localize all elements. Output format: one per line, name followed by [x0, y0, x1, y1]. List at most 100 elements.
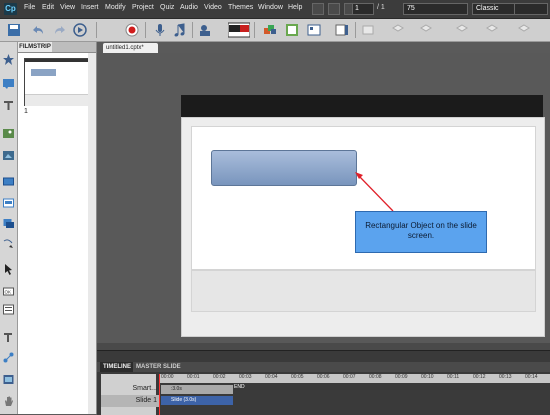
menu-audio[interactable]: Audio	[180, 4, 198, 11]
timeline-end-marker: END	[234, 384, 245, 390]
media-icon[interactable]	[3, 374, 14, 385]
timeline-tabbar: TIMELINE MASTER SLIDE	[97, 362, 550, 372]
playhead[interactable]	[159, 374, 160, 415]
menu-themes[interactable]: Themes	[228, 4, 253, 11]
zoom-select[interactable]: 75	[403, 3, 468, 15]
thumbnail-header-bar	[25, 59, 91, 62]
menu-window[interactable]: Window	[258, 4, 283, 11]
menu-project[interactable]: Project	[132, 4, 154, 11]
ruler-tick: 00:10	[421, 374, 434, 380]
text-caption-icon[interactable]	[3, 78, 14, 89]
distribute-icon	[484, 22, 500, 38]
redo-icon[interactable]	[52, 22, 68, 38]
ruler-tick: 00:12	[473, 374, 486, 380]
animation-icon[interactable]	[3, 150, 14, 161]
app-logo: Cp	[4, 3, 17, 15]
timeline-panel: TIMELINE MASTER SLIDE Smart... Slide 1 0…	[97, 350, 550, 415]
click-box-icon[interactable]	[3, 218, 14, 229]
highlight-box-icon[interactable]	[3, 198, 14, 209]
toolbar-divider	[145, 22, 146, 38]
ruler-tick: 00:03	[239, 374, 252, 380]
button-icon[interactable]	[3, 238, 14, 249]
document-tabstrip: untitled1.cptx*	[97, 42, 550, 53]
layer-slide[interactable]: Slide 1	[101, 395, 163, 407]
menu-file[interactable]: File	[24, 4, 35, 11]
rectangle-box-icon[interactable]	[3, 176, 14, 187]
layer-smartshape[interactable]: Smart...	[101, 383, 163, 395]
toolbar-divider	[192, 22, 193, 38]
slide-number: 1	[24, 108, 28, 115]
menu-video[interactable]: Video	[204, 4, 222, 11]
ruler-tick: 00:05	[291, 374, 304, 380]
zoom-area-icon[interactable]: OK	[3, 286, 14, 297]
window-mode-icon[interactable]	[312, 3, 324, 15]
ruler-tick: 00:11	[447, 374, 460, 380]
filmstrip-tabbar: FILMSTRIP	[18, 42, 96, 53]
svg-text:OK: OK	[5, 290, 12, 295]
filmstrip-scrollbar[interactable]	[88, 53, 96, 414]
rectangle-object[interactable]	[211, 150, 357, 186]
current-slide-field[interactable]: 1	[352, 3, 374, 15]
resize-icon	[454, 22, 470, 38]
record-icon[interactable]	[124, 22, 140, 38]
mouse-pointer-icon[interactable]	[3, 264, 14, 275]
timeline-layer-names: Smart... Slide 1	[101, 374, 163, 415]
ruler-tick: 00:02	[213, 374, 226, 380]
menu-quiz[interactable]: Quiz	[160, 4, 174, 11]
stage-scrollbar[interactable]	[97, 343, 550, 350]
menu-insert[interactable]: Insert	[81, 4, 99, 11]
align-right-icon	[418, 22, 434, 38]
microphone-icon[interactable]	[152, 22, 168, 38]
star-icon[interactable]	[3, 54, 14, 65]
toolbar-divider	[96, 22, 97, 38]
audio-icon[interactable]	[172, 22, 188, 38]
ruler-tick: 00:14	[525, 374, 538, 380]
menu-view[interactable]: View	[60, 4, 75, 11]
shape-icon[interactable]	[3, 352, 14, 363]
hand-icon[interactable]	[3, 396, 14, 407]
text-animation-icon[interactable]	[3, 304, 14, 315]
ruler-tick: 00:09	[395, 374, 408, 380]
save-icon[interactable]	[6, 22, 22, 38]
rollover-caption-icon[interactable]	[3, 332, 14, 343]
tab-filmstrip[interactable]: FILMSTRIP	[18, 42, 52, 52]
smartshape-duration-bar[interactable]: :3.0s	[161, 385, 233, 394]
tab-timeline[interactable]: TIMELINE	[100, 362, 134, 372]
ruler-tick: 00:00	[161, 374, 174, 380]
slide-duration-bar[interactable]: Slide (3.0s)	[161, 396, 233, 405]
group-icon	[516, 22, 532, 38]
ruler-tick: 00:08	[369, 374, 382, 380]
video-icon[interactable]	[198, 22, 214, 38]
menu-edit[interactable]: Edit	[42, 4, 54, 11]
search-input[interactable]	[514, 3, 548, 15]
ruler-tick: 00:06	[317, 374, 330, 380]
slide-effect-icon[interactable]	[262, 22, 278, 38]
slide-total: / 1	[377, 4, 385, 11]
widget-icon[interactable]	[284, 22, 300, 38]
menu-help[interactable]: Help	[288, 4, 302, 11]
workspace-select[interactable]: Classic	[472, 3, 515, 15]
youtube-icon[interactable]	[227, 22, 251, 38]
align-center-icon	[390, 22, 406, 38]
toolbar-divider	[254, 22, 255, 38]
slide-footer-area	[191, 270, 536, 312]
slide-header-bar	[181, 95, 543, 117]
menu-modify[interactable]: Modify	[105, 4, 126, 11]
ruler-tick: 00:04	[265, 374, 278, 380]
callout-box[interactable]: Rectangular Object on the slide screen.	[355, 211, 487, 253]
object-tools-panel: OK	[0, 42, 18, 414]
previous-slide-icon[interactable]	[327, 3, 340, 15]
slide-thumbnail[interactable]	[24, 58, 92, 106]
interaction-icon[interactable]	[306, 22, 322, 38]
undo-icon[interactable]	[30, 22, 46, 38]
preview-icon[interactable]	[72, 22, 88, 38]
timeline-tracks: :3.0s Slide (3.0s) END	[159, 383, 550, 415]
properties-icon[interactable]	[334, 22, 350, 38]
text-entry-icon[interactable]	[3, 100, 14, 111]
toolbar-divider	[355, 22, 356, 38]
tab-master-slide[interactable]: MASTER SLIDE	[133, 362, 184, 372]
tab-document[interactable]: untitled1.cptx*	[103, 43, 158, 53]
image-icon[interactable]	[3, 128, 14, 139]
main-toolbar	[0, 19, 550, 42]
thumbnail-rectangle	[31, 69, 56, 76]
